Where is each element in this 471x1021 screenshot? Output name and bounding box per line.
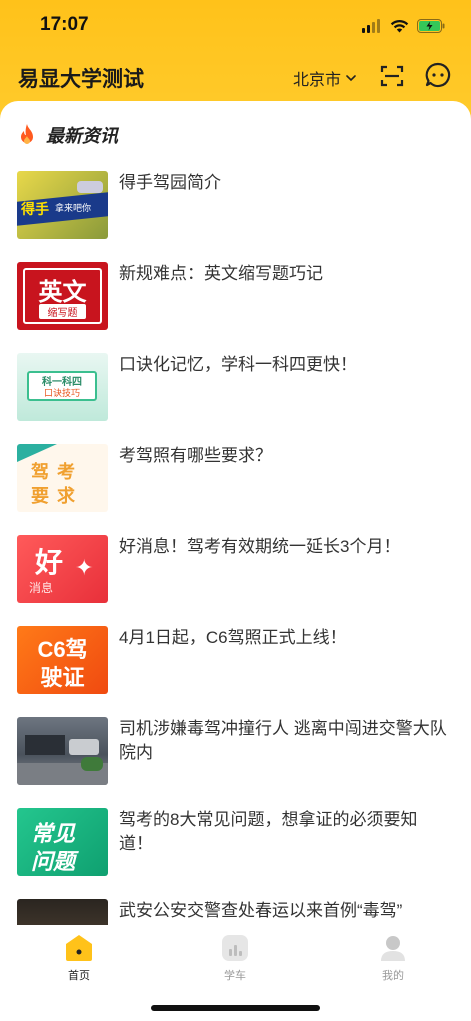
content-panel: 最新资讯 得手 拿来吧你 得手驾园简介 英文 缩写题 新规难点：英文缩写题巧记 … [0, 101, 471, 931]
news-thumbnail: 好 消息 ✦ [17, 535, 108, 603]
thumb-subtext: 消息 [29, 581, 54, 595]
news-title: 考驾照有哪些要求？ [119, 446, 272, 465]
news-item[interactable]: 得手 拿来吧你 得手驾园简介 [0, 171, 471, 262]
thumb-text: 好 [35, 547, 64, 578]
thumb-subtext: 要求 [31, 486, 83, 506]
chevron-down-icon [346, 74, 356, 81]
user-icon [381, 936, 405, 961]
news-title: 司机涉嫌毒驾冲撞行人 逃离中闯进交警大队院内 [119, 719, 447, 762]
thumb-subtext: 缩写题 [39, 304, 86, 319]
tab-label: 我的 [382, 970, 404, 982]
tab-label: 首页 [68, 970, 90, 982]
status-icons [362, 16, 445, 36]
sparkle-icon: ✦ [75, 555, 94, 580]
thumb-text: 英文 [38, 279, 87, 306]
thumb-subtext: 拿来吧你 [55, 203, 92, 213]
signal-icon [362, 19, 380, 33]
section-header: 最新资讯 [16, 121, 118, 149]
tab-label: 学车 [224, 970, 246, 982]
news-item[interactable]: 科一科四 口诀技巧 口诀化记忆，学科一科四更快！ [0, 353, 471, 444]
news-title: 驾考的8大常见问题，想拿证的必须要知道！ [119, 810, 418, 853]
news-thumbnail [17, 717, 108, 785]
news-title: 得手驾园简介 [119, 173, 221, 192]
news-title: 好消息！驾考有效期统一延长3个月！ [119, 537, 401, 556]
scan-icon[interactable] [380, 64, 404, 88]
news-title: 武安公安交警查处春运以来首例“毒驾” [119, 901, 403, 920]
news-thumbnail: 得手 拿来吧你 [17, 171, 108, 239]
thumb-subtext: 口诀技巧 [43, 388, 80, 398]
news-item[interactable]: 英文 缩写题 新规难点：英文缩写题巧记 [0, 262, 471, 353]
thumb-subtext: 问题 [31, 849, 76, 874]
news-item[interactable]: 驾考 要求 考驾照有哪些要求？ [0, 444, 471, 535]
home-icon [66, 935, 92, 961]
tab-learn[interactable]: 学车 [195, 933, 275, 983]
news-thumbnail: 驾考 要求 [17, 444, 108, 512]
battery-icon [417, 19, 445, 33]
news-title: 口诀化记忆，学科一科四更快！ [119, 355, 357, 374]
news-thumbnail: C6驾 驶证 [17, 626, 108, 694]
home-indicator[interactable] [151, 1005, 320, 1011]
news-item[interactable]: C6驾 驶证 4月1日起，C6驾照正式上线！ [0, 626, 471, 717]
news-item[interactable]: 好 消息 ✦ 好消息！驾考有效期统一延长3个月！ [0, 535, 471, 626]
chart-icon [222, 935, 248, 961]
news-thumbnail: 英文 缩写题 [17, 262, 108, 330]
wifi-icon [390, 19, 409, 33]
news-list: 得手 拿来吧你 得手驾园简介 英文 缩写题 新规难点：英文缩写题巧记 科一科四 … [0, 171, 471, 931]
status-bar: 17:07 [0, 0, 471, 50]
app-header: 易显大学测试 北京市 [0, 50, 471, 100]
thumb-subtext: 驶证 [40, 665, 85, 690]
tab-mine[interactable]: 我的 [353, 933, 433, 983]
news-title: 4月1日起，C6驾照正式上线！ [119, 628, 347, 647]
thumb-text: 驾考 [31, 462, 83, 482]
news-thumbnail: 科一科四 口诀技巧 [17, 353, 108, 421]
tab-home[interactable]: 首页 [39, 933, 119, 983]
news-title: 新规难点：英文缩写题巧记 [119, 264, 323, 283]
thumb-text: 得手 [21, 201, 49, 217]
message-icon[interactable] [425, 62, 451, 88]
news-item[interactable]: 常见 问题 驾考的8大常见问题，想拿证的必须要知道！ [0, 808, 471, 899]
fire-icon [21, 124, 33, 144]
city-selector[interactable]: 北京市 [293, 66, 356, 90]
city-label: 北京市 [293, 72, 342, 89]
news-thumbnail: 常见 问题 [17, 808, 108, 876]
section-title: 最新资讯 [46, 126, 118, 146]
news-item[interactable]: 司机涉嫌毒驾冲撞行人 逃离中闯进交警大队院内 [0, 717, 471, 808]
status-time: 17:07 [40, 14, 89, 35]
app-title: 易显大学测试 [18, 68, 144, 91]
